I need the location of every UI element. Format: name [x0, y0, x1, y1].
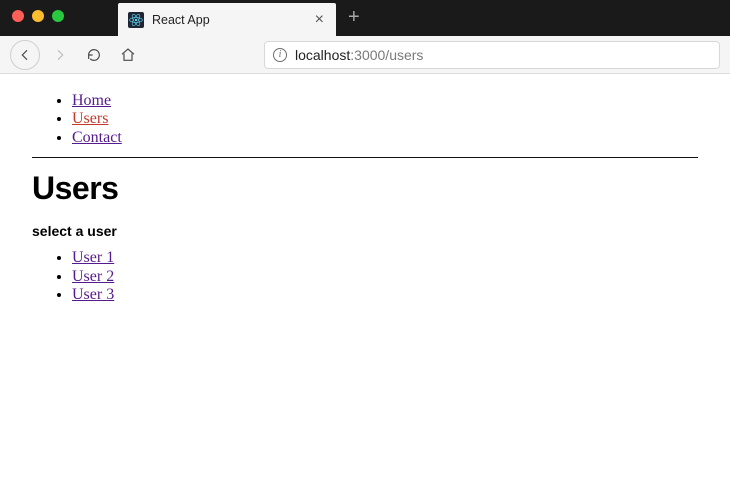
window-maximize-button[interactable] — [52, 10, 64, 22]
user-link[interactable]: User 2 — [72, 268, 114, 285]
react-favicon — [128, 12, 144, 28]
traffic-lights — [0, 0, 76, 22]
home-button[interactable] — [114, 41, 142, 69]
page-content: Home Users Contact Users select a user U… — [0, 74, 730, 322]
browser-toolbar: i localhost:3000/users — [0, 36, 730, 74]
divider — [32, 157, 698, 158]
list-item: User 1 — [72, 249, 698, 267]
page-subheading: select a user — [32, 223, 698, 239]
page-heading: Users — [32, 170, 698, 207]
new-tab-button[interactable]: + — [336, 0, 372, 29]
nav-link-contact[interactable]: Contact — [72, 129, 122, 146]
back-button[interactable] — [10, 40, 40, 70]
nav-list: Home Users Contact — [32, 92, 698, 147]
url-path: :3000/users — [350, 47, 423, 63]
user-link[interactable]: User 1 — [72, 249, 114, 266]
nav-item-home: Home — [72, 92, 698, 110]
forward-button[interactable] — [46, 41, 74, 69]
window-titlebar: React App × + — [0, 0, 730, 36]
address-bar[interactable]: i localhost:3000/users — [264, 41, 720, 69]
window-minimize-button[interactable] — [32, 10, 44, 22]
list-item: User 2 — [72, 268, 698, 286]
nav-link-home[interactable]: Home — [72, 92, 111, 109]
window-close-button[interactable] — [12, 10, 24, 22]
url-display: localhost:3000/users — [295, 47, 423, 63]
site-info-icon[interactable]: i — [273, 48, 287, 62]
user-link[interactable]: User 3 — [72, 286, 114, 303]
tab-title: React App — [152, 13, 305, 27]
user-list: User 1 User 2 User 3 — [32, 249, 698, 304]
nav-link-users[interactable]: Users — [72, 110, 108, 127]
reload-button[interactable] — [80, 41, 108, 69]
browser-tab[interactable]: React App × — [118, 3, 336, 36]
url-host: localhost — [295, 47, 350, 63]
close-tab-icon[interactable]: × — [313, 12, 326, 28]
nav-item-users: Users — [72, 110, 698, 128]
nav-item-contact: Contact — [72, 129, 698, 147]
list-item: User 3 — [72, 286, 698, 304]
